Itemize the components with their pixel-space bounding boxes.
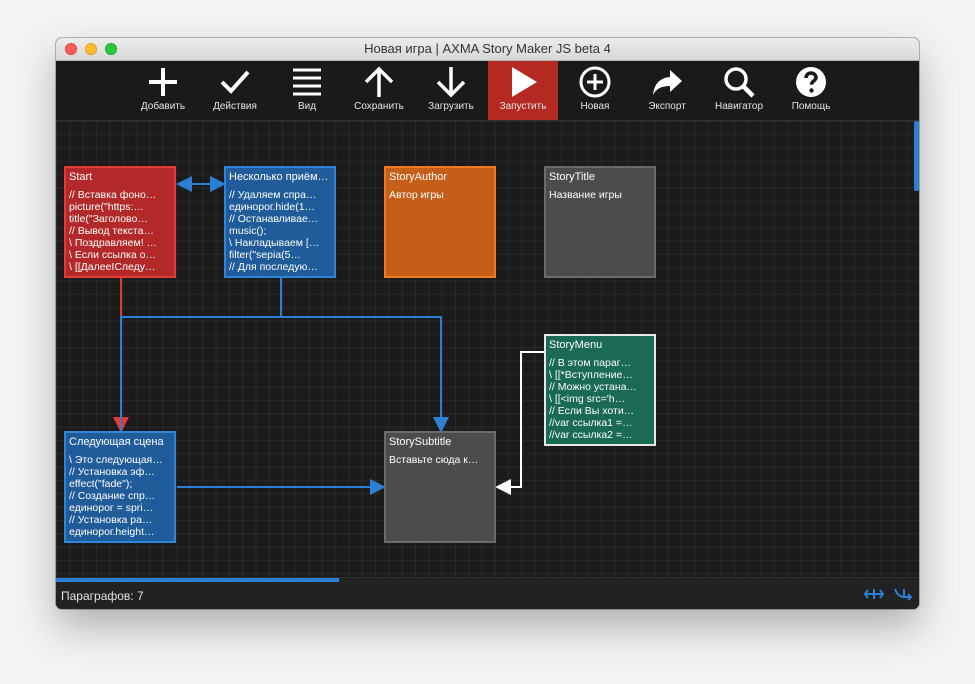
- passage-line: \ [[<img src='h…: [549, 393, 626, 405]
- add-button[interactable]: Добавить: [128, 61, 198, 120]
- passage-body: Название игры: [546, 183, 654, 201]
- passage-line: // Установка эф…: [69, 466, 155, 478]
- passage-title: Следующая сцена: [69, 436, 164, 448]
- passage-start[interactable]: Start // Вставка фоно… picture("https:… …: [64, 166, 176, 278]
- passage-line: единорог.hide(1…: [229, 201, 316, 213]
- share-arrow-icon: [653, 70, 682, 95]
- new-button[interactable]: Новая: [560, 61, 630, 120]
- passage-line: // Удаляем спра…: [229, 189, 317, 201]
- passage-body: Вставьте сюда к…: [386, 448, 494, 466]
- new-label: Новая: [580, 101, 610, 112]
- checkmark-icon: [220, 70, 250, 94]
- passage-line: \ Если ссылка о…: [69, 249, 156, 261]
- passage-next-scene[interactable]: Следующая сцена \ Это следующая… // Уста…: [64, 431, 176, 543]
- passage-story-title[interactable]: StoryTitle Название игры: [544, 166, 656, 278]
- export-label: Экспорт: [648, 101, 686, 112]
- passage-body: // В этом параг… \ [[*Вступление… // Мож…: [546, 351, 654, 441]
- save-button[interactable]: Сохранить: [344, 61, 414, 120]
- passage-line: // Останавливае…: [229, 213, 319, 225]
- help-question-icon: [796, 67, 826, 97]
- toolbar: Добавить Действия Вид Сохранить Загрузит…: [56, 61, 919, 121]
- play-icon: [512, 67, 537, 97]
- passage-title: StoryMenu: [549, 339, 603, 351]
- passage-story-menu[interactable]: StoryMenu // В этом параг… \ [[*Вступлен…: [544, 334, 656, 446]
- save-label: Сохранить: [354, 101, 404, 112]
- load-button[interactable]: Загрузить: [416, 61, 486, 120]
- passage-line: // Установка ра…: [69, 514, 153, 526]
- magnifier-icon: [724, 67, 755, 98]
- run-label: Запустить: [499, 101, 547, 112]
- passage-title: StoryAuthor: [389, 171, 448, 183]
- passage-line: effect("fade");: [69, 478, 133, 490]
- status-bar: Параграфов: 7: [56, 577, 919, 609]
- passage-body: Автор игры: [386, 183, 494, 201]
- load-label: Загрузить: [428, 101, 474, 112]
- passage-line: \ Поздравляем! …: [69, 237, 158, 249]
- passage-line: //var ссылка1 =…: [549, 417, 633, 429]
- passage-line: // Создание спр…: [69, 490, 156, 502]
- passage-line: \ Это следующая…: [69, 454, 163, 466]
- passage-story-author[interactable]: StoryAuthor Автор игры: [384, 166, 496, 278]
- export-button[interactable]: Экспорт: [632, 61, 702, 120]
- passage-line: единорог.height…: [69, 526, 155, 538]
- passage-line: picture("https:…: [69, 201, 144, 213]
- arrow-down-icon: [436, 67, 466, 98]
- actions-button[interactable]: Действия: [200, 61, 270, 120]
- passage-line: \ Накладываем […: [229, 237, 320, 249]
- passage-line: // Можно устана…: [549, 381, 637, 393]
- passage-line: // Вывод текста…: [69, 225, 154, 237]
- help-label: Помощь: [791, 101, 831, 112]
- vertical-scrollbar[interactable]: [914, 121, 919, 191]
- route-icon[interactable]: [893, 586, 913, 602]
- passage-line: title("Заголово…: [69, 213, 148, 225]
- navigator-button[interactable]: Навигатор: [704, 61, 774, 120]
- plus-icon: [149, 68, 177, 96]
- passage-title: Start: [69, 171, 93, 183]
- passage-tricks[interactable]: Несколько приём… // Удаляем спра… единор…: [224, 166, 336, 278]
- passage-line: Название игры: [549, 189, 622, 201]
- passage-line: music();: [229, 225, 267, 237]
- passage-line: Вставьте сюда к…: [389, 454, 479, 466]
- passage-title: StorySubtitle: [389, 436, 452, 448]
- link-to-subtitle-top: [281, 316, 449, 433]
- passage-line: // Вставка фоно…: [69, 189, 157, 201]
- passage-line: \ [[ДалееIСледу…: [69, 261, 156, 273]
- run-button[interactable]: Запустить: [488, 61, 558, 120]
- title-bar: Новая игра | AXMA Story Maker JS beta 4: [56, 38, 919, 61]
- paragraph-count: Параграфов: 7: [61, 589, 144, 603]
- passage-line: \ [[*Вступление…: [549, 369, 633, 381]
- actions-label: Действия: [213, 101, 257, 112]
- view-button[interactable]: Вид: [272, 61, 342, 120]
- passage-line: // В этом параг…: [549, 357, 632, 369]
- add-label: Добавить: [140, 101, 186, 112]
- list-lines-icon: [293, 68, 321, 96]
- passage-line: // Для последую…: [229, 261, 318, 273]
- plus-circle-icon: [579, 66, 611, 98]
- help-button[interactable]: Помощь: [776, 61, 846, 120]
- navigator-label: Навигатор: [714, 101, 764, 112]
- arrow-up-icon: [364, 66, 394, 97]
- arrows-horizontal-icon[interactable]: [864, 586, 884, 602]
- passage-line: единорог = spri…: [69, 502, 154, 514]
- passage-title: Несколько приём…: [229, 171, 329, 183]
- passage-line: filter("sepia(5…: [229, 249, 301, 261]
- view-label: Вид: [297, 101, 317, 112]
- horizontal-scrollbar[interactable]: [56, 578, 339, 582]
- link-menu-to-subtitle: [495, 351, 544, 495]
- passage-body: // Вставка фоно… picture("https:… title(…: [66, 183, 174, 273]
- story-canvas[interactable]: Start // Вставка фоно… picture("https:… …: [56, 121, 919, 577]
- passage-body: \ Это следующая… // Установка эф… effect…: [66, 448, 174, 538]
- app-window: Новая игра | AXMA Story Maker JS beta 4 …: [56, 38, 919, 609]
- passage-story-subtitle[interactable]: StorySubtitle Вставьте сюда к…: [384, 431, 496, 543]
- window-title: Новая игра | AXMA Story Maker JS beta 4: [364, 41, 611, 56]
- passage-line: Автор игры: [389, 189, 444, 201]
- passage-title: StoryTitle: [549, 171, 596, 183]
- passage-line: //var ссылка2 =…: [549, 429, 633, 441]
- passage-body: // Удаляем спра… единорог.hide(1… // Ост…: [226, 183, 334, 273]
- passage-line: // Если Вы хоти…: [549, 405, 635, 417]
